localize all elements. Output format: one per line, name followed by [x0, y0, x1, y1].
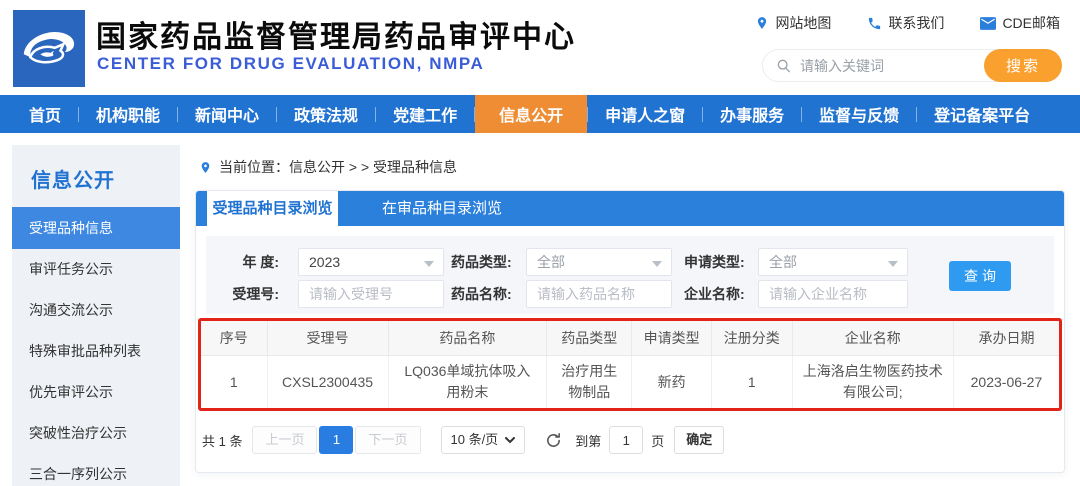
drug-name-label: 药品名称:: [451, 286, 512, 302]
page-number-1[interactable]: 1: [319, 426, 354, 454]
nav-item-information-disclosure[interactable]: 信息公开: [475, 95, 588, 133]
page-size-value: 10 条/页: [450, 432, 499, 447]
sidebar-item-three-in-one[interactable]: 三合一序列公示: [12, 454, 180, 486]
goto-unit-label: 页: [651, 433, 665, 449]
mail-icon: [980, 16, 997, 30]
results-table: 序号 受理号 药品名称 药品类型 申请类型 注册分类 企业名称 承办日期 1 C…: [201, 321, 1059, 408]
sidebar-title: 信息公开: [31, 170, 115, 192]
accept-no-label: 受理号:: [232, 286, 279, 302]
sidebar-item-communication[interactable]: 沟通交流公示: [12, 290, 180, 331]
sidebar-item-special-approval[interactable]: 特殊审批品种列表: [12, 331, 180, 372]
company-name-label: 企业名称:: [684, 286, 745, 302]
sidebar-item-breakthrough-therapy[interactable]: 突破性治疗公示: [12, 413, 180, 454]
cell-reg-class: 1: [711, 355, 793, 408]
nav-item-registration-platform[interactable]: 登记备案平台: [917, 95, 1047, 133]
drug-name-input[interactable]: [526, 280, 672, 308]
year-label: 年 度:: [242, 254, 279, 270]
col-header-accept-no: 受理号: [267, 321, 389, 356]
chevron-down-icon: [505, 436, 516, 443]
table-row[interactable]: 1 CXSL2300435 LQ036单域抗体吸入用粉末 治疗用生物制品 新药 …: [201, 355, 1059, 408]
drug-type-select[interactable]: 全部: [526, 248, 672, 276]
sidebar: 信息公开 受理品种信息 审评任务公示 沟通交流公示 特殊审批品种列表 优先审评公…: [12, 145, 180, 486]
cell-accept-no: CXSL2300435: [267, 355, 389, 408]
sidebar-item-accepted-varieties[interactable]: 受理品种信息: [12, 207, 180, 249]
chevron-down-icon: [652, 261, 662, 267]
apply-type-select[interactable]: 全部: [758, 248, 908, 276]
cell-apply-type: 新药: [631, 355, 712, 408]
nav-item-news[interactable]: 新闻中心: [178, 95, 276, 133]
nav-item-supervision-feedback[interactable]: 监督与反馈: [802, 95, 916, 133]
chevron-down-icon: [888, 261, 898, 267]
table-header-row: 序号 受理号 药品名称 药品类型 申请类型 注册分类 企业名称 承办日期: [201, 321, 1059, 356]
cell-company: 上海洛启生物医药技术有限公司;: [792, 355, 954, 408]
breadcrumb-label: 当前位置：信息公开 > > 受理品种信息: [219, 159, 458, 175]
col-header-apply-type: 申请类型: [631, 321, 712, 356]
col-header-reg-class: 注册分类: [711, 321, 793, 356]
header-utility-links: 网站地图 联系我们 CDE邮箱: [755, 13, 1060, 33]
company-name-input[interactable]: [758, 280, 908, 308]
cell-drug-name: LQ036单域抗体吸入用粉末: [388, 355, 548, 408]
cde-website-page: 国家药品监督管理局药品审评中心 CENTER FOR DRUG EVALUATI…: [0, 0, 1080, 486]
col-header-company: 企业名称: [792, 321, 954, 356]
cde-mail-link[interactable]: CDE邮箱: [980, 13, 1060, 33]
tab-bar: 受理品种目录浏览 在审品种目录浏览: [196, 191, 1064, 226]
pagination: 共 1 条 上一页 1 下一页 10 条/页 到第 页 确定: [202, 426, 725, 454]
nav-item-functions[interactable]: 机构职能: [79, 95, 177, 133]
nav-item-policies[interactable]: 政策法规: [277, 95, 375, 133]
goto-page-input[interactable]: [609, 426, 644, 454]
drug-type-select-value: 全部: [537, 254, 565, 270]
tab-accepted-catalog[interactable]: 受理品种目录浏览: [207, 191, 338, 226]
nav-item-home[interactable]: 首页: [12, 95, 78, 133]
main-navbar: 首页 机构职能 新闻中心 政策法规 党建工作 信息公开 申请人之窗 办事服务 监…: [0, 95, 1080, 133]
col-header-seq: 序号: [201, 321, 268, 356]
site-subtitle: CENTER FOR DRUG EVALUATION, NMPA: [97, 54, 485, 73]
cde-logo[interactable]: [13, 10, 85, 87]
sidebar-item-priority-review[interactable]: 优先审评公示: [12, 372, 180, 413]
total-count: 共 1 条: [202, 433, 243, 449]
tab-under-review-catalog[interactable]: 在审品种目录浏览: [358, 191, 526, 226]
apply-type-select-value: 全部: [769, 254, 797, 270]
site-title: 国家药品监督管理局药品审评中心: [96, 21, 576, 54]
col-header-drug-name: 药品名称: [388, 321, 548, 356]
accept-no-input[interactable]: [298, 280, 444, 308]
phone-icon: [869, 17, 881, 29]
page-size-select[interactable]: 10 条/页: [440, 426, 526, 454]
results-table-annotation: 序号 受理号 药品名称 药品类型 申请类型 注册分类 企业名称 承办日期 1 C…: [198, 318, 1062, 411]
year-select-value: 2023: [309, 254, 341, 270]
col-header-date: 承办日期: [953, 321, 1059, 356]
confirm-button[interactable]: 确定: [674, 426, 725, 454]
location-pin-icon: [201, 161, 210, 173]
col-header-drug-type: 药品类型: [546, 321, 633, 356]
refresh-button[interactable]: [545, 432, 562, 449]
sidebar-item-review-tasks[interactable]: 审评任务公示: [12, 249, 180, 290]
map-pin-icon: [758, 17, 767, 29]
cell-drug-type: 治疗用生物制品: [546, 355, 633, 408]
sitemap-link-label: 网站地图: [775, 15, 832, 31]
refresh-icon: [547, 432, 561, 447]
chevron-down-icon: [424, 261, 434, 267]
contact-us-link-label: 联系我们: [888, 15, 945, 31]
site-search: 搜索: [762, 49, 1062, 82]
cell-date: 2023-06-27: [970, 373, 1043, 390]
cde-mail-link-label: CDE邮箱: [1002, 15, 1060, 31]
apply-type-label: 申请类型:: [684, 254, 745, 270]
goto-label: 到第: [575, 433, 602, 449]
search-icon: [777, 59, 790, 72]
drug-type-label: 药品类型:: [451, 254, 512, 270]
breadcrumb: 当前位置：信息公开 > > 受理品种信息: [199, 157, 457, 177]
next-page-button[interactable]: 下一页: [355, 426, 421, 454]
contact-us-link[interactable]: 联系我们: [867, 13, 944, 33]
search-button[interactable]: 搜索: [984, 49, 1062, 82]
nav-item-applicant-window[interactable]: 申请人之窗: [588, 95, 702, 133]
filter-panel: 年 度: 2023 药品类型: 全部 申请类型: 全部 受理号: 药品名称: 企…: [206, 236, 1054, 314]
cell-seq: 1: [201, 355, 268, 408]
query-button[interactable]: 查询: [949, 261, 1011, 291]
nav-item-services[interactable]: 办事服务: [703, 95, 801, 133]
sitemap-link[interactable]: 网站地图: [755, 13, 831, 33]
year-select[interactable]: 2023: [298, 248, 444, 276]
swan-logo-icon: [23, 31, 75, 64]
site-header: 国家药品监督管理局药品审评中心 CENTER FOR DRUG EVALUATI…: [0, 0, 1080, 95]
nav-item-party-building[interactable]: 党建工作: [376, 95, 474, 133]
prev-page-button[interactable]: 上一页: [252, 426, 318, 454]
